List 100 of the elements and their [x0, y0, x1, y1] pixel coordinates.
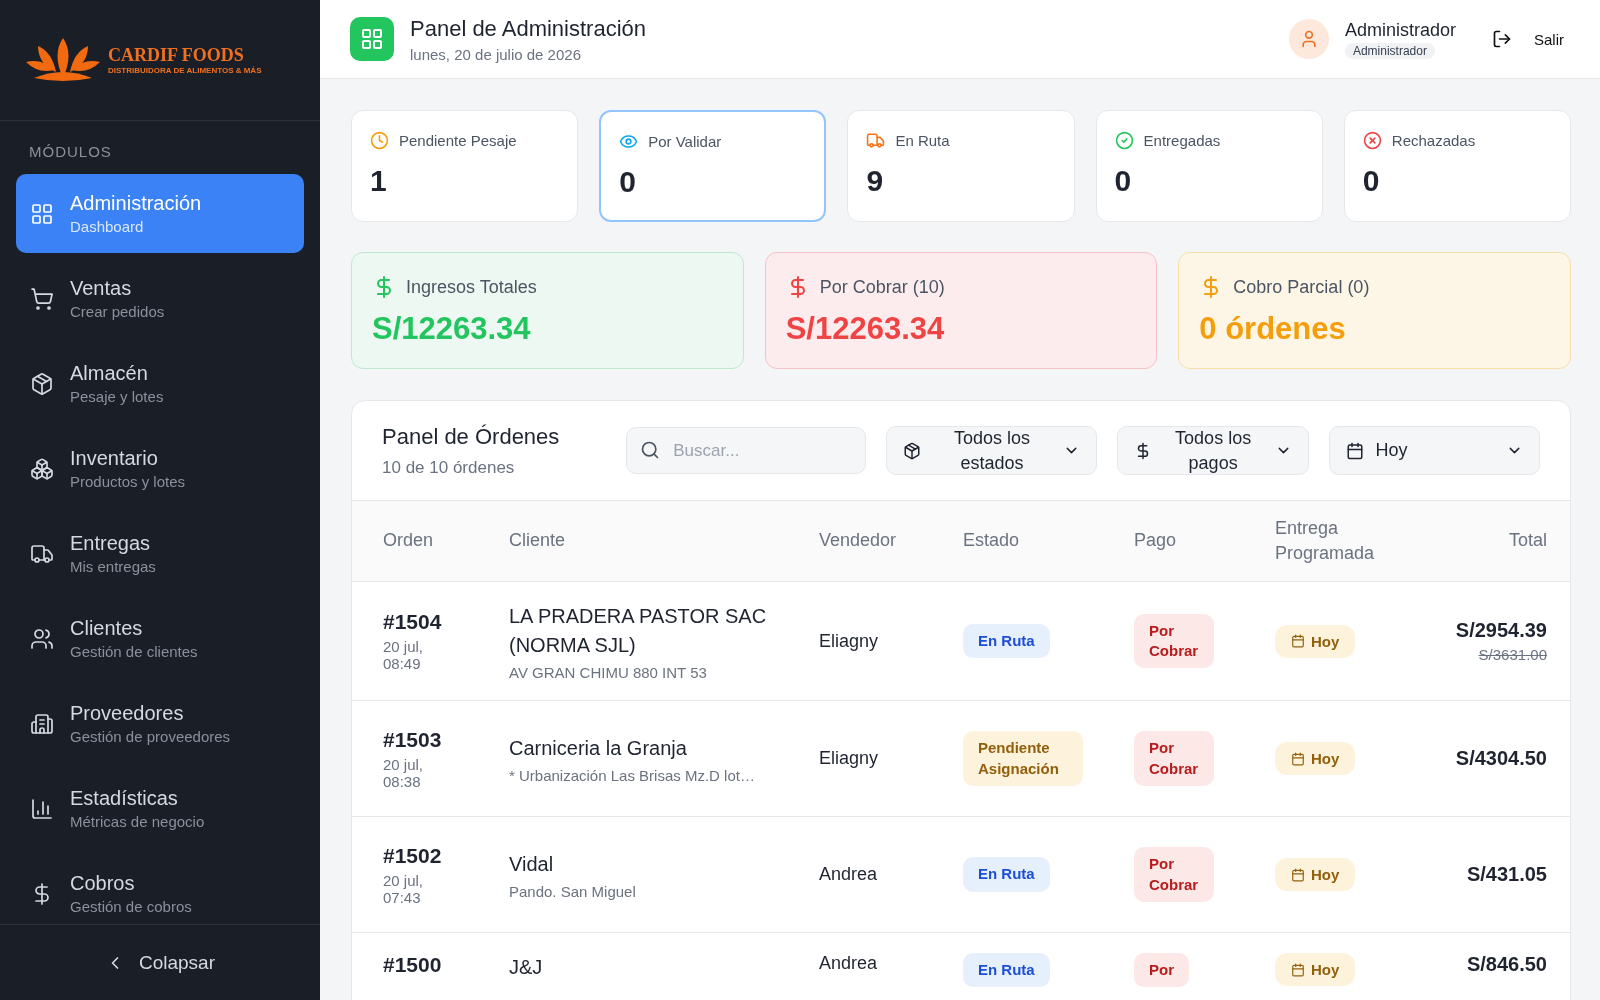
stat-value: 0 [1362, 164, 1381, 198]
column-header: Cliente [509, 529, 567, 553]
check-circle-icon [1114, 131, 1134, 150]
box-icon [30, 371, 54, 396]
column-header: Entrega Programada [1275, 516, 1376, 565]
order-count: 10 de 10 órdenes [382, 457, 516, 478]
sidebar-item[interactable]: Almacén Pesaje y lotes [16, 344, 304, 423]
order-row[interactable]: #1500 J&J Andrea En Ruta Por Hoy S/846.50 [352, 933, 1570, 1000]
seller-name: Andrea [819, 864, 879, 885]
order-total: S/4304.50 [1455, 747, 1547, 770]
original-total: S/3631.00 [1478, 646, 1547, 663]
client-name: LA PRADERA PASTOR SAC (NORMA SJL) [509, 603, 768, 658]
collapse-button[interactable]: Colapsar [98, 950, 221, 975]
sidebar-item-label: Ventas [70, 277, 133, 300]
sidebar-item-label: Clientes [70, 617, 144, 640]
logout-button[interactable]: Salir [1486, 28, 1570, 50]
search-icon [640, 440, 661, 460]
sidebar-item-label: Proveedores [70, 702, 185, 725]
filter-dropdown[interactable]: Hoy [1328, 426, 1540, 475]
stat-value: 0 [1114, 164, 1133, 198]
box-icon [903, 441, 922, 460]
money-value: 0 órdenes [1199, 311, 1347, 347]
order-number: #1503 [383, 727, 442, 752]
sidebar-item[interactable]: Cobros Gestión de cobros [16, 854, 304, 924]
stat-value: 9 [866, 164, 885, 198]
column-header: Total [1507, 529, 1547, 553]
sidebar-item[interactable]: Ventas Crear pedidos [16, 259, 304, 338]
money-label: Ingresos Totales [406, 276, 537, 298]
sidebar-item-subtitle: Gestión de proveedores [70, 728, 231, 745]
stat-value: 0 [619, 165, 637, 199]
order-date: 20 jul, 08:49 [383, 638, 425, 672]
bar-chart-icon [30, 796, 54, 821]
money-value: S/12263.34 [785, 311, 946, 347]
sidebar-item[interactable]: Entregas Mis entregas [16, 514, 304, 593]
sidebar-item-label: Inventario [70, 447, 159, 470]
delivery-badge: Hoy [1275, 742, 1356, 775]
sidebar-item-label: Cobros [70, 872, 136, 895]
users-icon [30, 626, 54, 651]
delivery-badge: Hoy [1275, 624, 1356, 658]
order-number: #1502 [383, 843, 442, 868]
money-label: Cobro Parcial (0) [1233, 276, 1370, 298]
brand-name: CARDIF FOODS [108, 45, 244, 66]
order-date: 20 jul, 07:43 [383, 871, 425, 906]
sidebar-item-subtitle: Dashboard [70, 218, 145, 235]
sidebar-item[interactable]: Proveedores Gestión de proveedores [16, 684, 304, 763]
sidebar-item-subtitle: Mis entregas [70, 558, 156, 575]
stat-label: Pendiente Pesaje [399, 132, 517, 149]
boxes-icon [30, 456, 54, 481]
sidebar-item[interactable]: Inventario Productos y lotes [16, 429, 304, 508]
payment-badge: Por Cobrar [1134, 847, 1214, 902]
eye-icon [619, 132, 639, 151]
order-row[interactable]: #1503 20 jul, 08:38 Carniceria la Granja * Urbanización Las Brisas Mz.D lot… Eliagny Pendiente Asignación Por Cobrar Hoy S/4304.50 [352, 701, 1570, 817]
payment-badge: Por Cobrar [1134, 731, 1214, 786]
order-total: S/431.05 [1466, 863, 1547, 886]
column-header: Pago [1134, 529, 1178, 553]
user-name: Administrador [1344, 19, 1456, 41]
column-header: Estado [963, 529, 1021, 553]
column-header: Vendedor [819, 529, 898, 553]
money-value: S/12263.34 [372, 311, 532, 347]
sidebar-item[interactable]: Estadísticas Métricas de negocio [16, 769, 304, 848]
seller-name: Andrea [819, 953, 879, 974]
logout-icon [1492, 29, 1512, 49]
sidebar-item-subtitle: Gestión de cobros [70, 898, 192, 915]
page-title: Panel de Administración [410, 15, 648, 42]
search-field[interactable]: Buscar... [626, 427, 867, 474]
sidebar-item-subtitle: Crear pedidos [70, 303, 165, 320]
grid-icon [30, 201, 54, 226]
status-badge: En Ruta [963, 623, 1050, 659]
stat-value: 1 [370, 164, 388, 198]
order-row[interactable]: #1504 20 jul, 08:49 LA PRADERA PASTOR SAC (NORMA SJL) AV GRAN CHIMU 880 INT 53 Eliagny En Ruta Por Cobrar Hoy S/2954.39 S/3631.00 [352, 582, 1570, 701]
seller-name: Eliagny [819, 630, 880, 652]
delivery-badge: Hoy [1275, 858, 1356, 891]
stat-label: Por Validar [648, 133, 722, 150]
sidebar-item[interactable]: Administración Dashboard [16, 174, 304, 253]
client-address: * Urbanización Las Brisas Mz.D lot… [509, 766, 755, 784]
client-name: J&J [509, 955, 543, 980]
payment-badge: Por [1134, 953, 1189, 988]
panel-title: Panel de Órdenes [382, 423, 561, 450]
sidebar-item-subtitle: Productos y lotes [70, 473, 186, 490]
role-badge: Administrador [1344, 42, 1435, 59]
sidebar-item-label: Administración [70, 192, 202, 215]
brand-tagline: DISTRIBUIDORA DE ALIMENTOS & MÁS [108, 66, 262, 75]
payment-badge: Por Cobrar [1134, 613, 1214, 669]
building-icon [30, 711, 54, 736]
filter-dropdown[interactable]: Todos los estados [886, 426, 1097, 475]
order-row[interactable]: #1502 20 jul, 07:43 Vidal Pando. San Miguel Andrea En Ruta Por Cobrar Hoy S/431.05 [352, 817, 1570, 933]
sidebar-item-subtitle: Gestión de clientes [70, 643, 198, 660]
lotus-logo-icon [24, 36, 102, 84]
order-number: #1500 [383, 953, 442, 977]
sidebar-item-subtitle: Pesaje y lotes [70, 388, 164, 405]
filter-dropdown[interactable]: Todos los pagos [1116, 426, 1309, 475]
user-avatar-icon [1288, 19, 1329, 59]
stat-label: En Ruta [895, 132, 950, 149]
order-total: S/846.50 [1466, 953, 1547, 976]
sidebar-item[interactable]: Clientes Gestión de clientes [16, 599, 304, 678]
stat-label: Entregadas [1143, 132, 1221, 149]
client-address: AV GRAN CHIMU 880 INT 53 [509, 663, 707, 681]
calendar-icon [1345, 441, 1364, 460]
app-icon [350, 17, 394, 61]
cart-icon [30, 286, 54, 311]
